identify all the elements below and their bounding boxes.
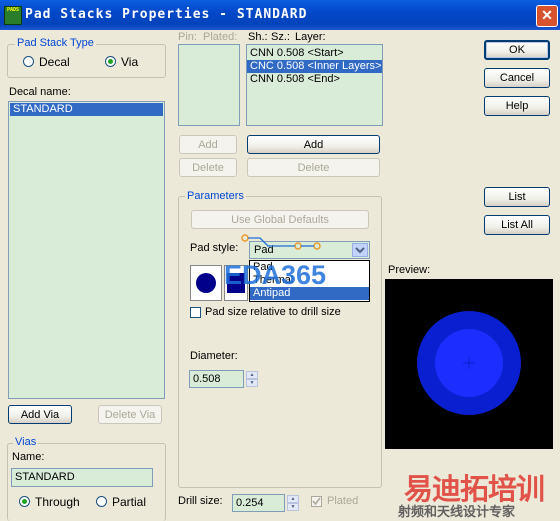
list-button[interactable]: List — [484, 187, 550, 207]
pin-header: Pin: — [178, 31, 197, 43]
plated-label: Plated — [327, 495, 359, 507]
decal-radio[interactable] — [23, 56, 34, 67]
plated-checkbox[interactable] — [311, 496, 322, 507]
parameters-legend: Parameters — [185, 190, 246, 202]
watermark-cn-subtitle: 射频和天线设计专家 — [398, 504, 516, 519]
add-pin-button[interactable]: Add — [179, 135, 237, 154]
decal-name-list[interactable]: STANDARD — [8, 101, 165, 399]
via-radio-label: Via — [121, 55, 139, 69]
diameter-field[interactable]: 0.508 — [189, 370, 244, 388]
through-radio[interactable] — [19, 496, 30, 507]
layer-list[interactable]: CNN 0.508 <Start> CNC 0.508 <Inner Layer… — [246, 44, 383, 126]
preview-canvas — [385, 279, 553, 449]
via-name-field[interactable]: STANDARD — [11, 468, 153, 487]
pad-size-relative-label: Pad size relative to drill size — [205, 306, 341, 318]
sz-header: Sz.: — [271, 31, 290, 43]
via-name-label: Name: — [12, 451, 45, 463]
spin-down-icon[interactable]: ▼ — [246, 379, 258, 387]
close-icon[interactable]: ✕ — [536, 5, 558, 27]
decal-radio-label: Decal — [39, 55, 70, 69]
pad-style-label: Pad style: — [190, 242, 239, 254]
watermark-eda365: EDA365 — [224, 260, 327, 290]
add-layer-button[interactable]: Add — [247, 135, 380, 154]
decal-name-label: Decal name: — [9, 86, 71, 98]
via-radio[interactable] — [105, 56, 116, 67]
layer-row-start[interactable]: CNN 0.508 <Start> — [247, 47, 382, 60]
spin-up-icon[interactable]: ▲ — [246, 371, 258, 379]
round-pad-shape-button[interactable] — [190, 265, 222, 301]
diameter-label: Diameter: — [190, 350, 238, 362]
delete-layer-button[interactable]: Delete — [247, 158, 380, 177]
layer-row-inner[interactable]: CNC 0.508 <Inner Layers> — [247, 60, 382, 73]
partial-radio[interactable] — [96, 496, 107, 507]
layer-header: Layer: — [295, 31, 326, 43]
drill-size-spinner[interactable]: ▲ ▼ — [287, 495, 299, 511]
through-label: Through — [35, 495, 80, 509]
decal-list-item[interactable]: STANDARD — [10, 103, 163, 116]
list-all-button[interactable]: List All — [484, 215, 550, 235]
watermark-circuit-icon — [241, 234, 321, 250]
drill-size-label: Drill size: — [178, 495, 223, 507]
delete-via-button[interactable]: Delete Via — [98, 405, 162, 424]
window-title: Pad Stacks Properties - STANDARD — [25, 7, 308, 22]
drill-size-field[interactable]: 0.254 — [232, 494, 285, 512]
ok-button[interactable]: OK — [484, 40, 550, 60]
vias-legend: Vias — [13, 436, 39, 448]
pad-size-relative-checkbox[interactable] — [190, 307, 201, 318]
plated-header: Plated: — [203, 31, 238, 43]
layer-row-end[interactable]: CNN 0.508 <End> — [247, 73, 382, 86]
spin-down-icon[interactable]: ▼ — [287, 503, 299, 511]
add-via-button[interactable]: Add Via — [8, 405, 72, 424]
app-icon: PADS — [4, 6, 22, 25]
help-button[interactable]: Help — [484, 96, 550, 116]
sh-header: Sh.: — [248, 31, 268, 43]
chevron-down-icon[interactable] — [352, 243, 368, 257]
cancel-button[interactable]: Cancel — [484, 68, 550, 88]
spin-up-icon[interactable]: ▲ — [287, 495, 299, 503]
diameter-spinner[interactable]: ▲ ▼ — [246, 371, 258, 387]
pad-stack-type-legend: Pad Stack Type — [15, 37, 96, 49]
partial-label: Partial — [112, 495, 147, 509]
preview-label: Preview: — [388, 264, 431, 276]
delete-pin-button[interactable]: Delete — [179, 158, 237, 177]
use-global-defaults-button[interactable]: Use Global Defaults — [191, 210, 369, 229]
pin-list[interactable] — [178, 44, 240, 126]
